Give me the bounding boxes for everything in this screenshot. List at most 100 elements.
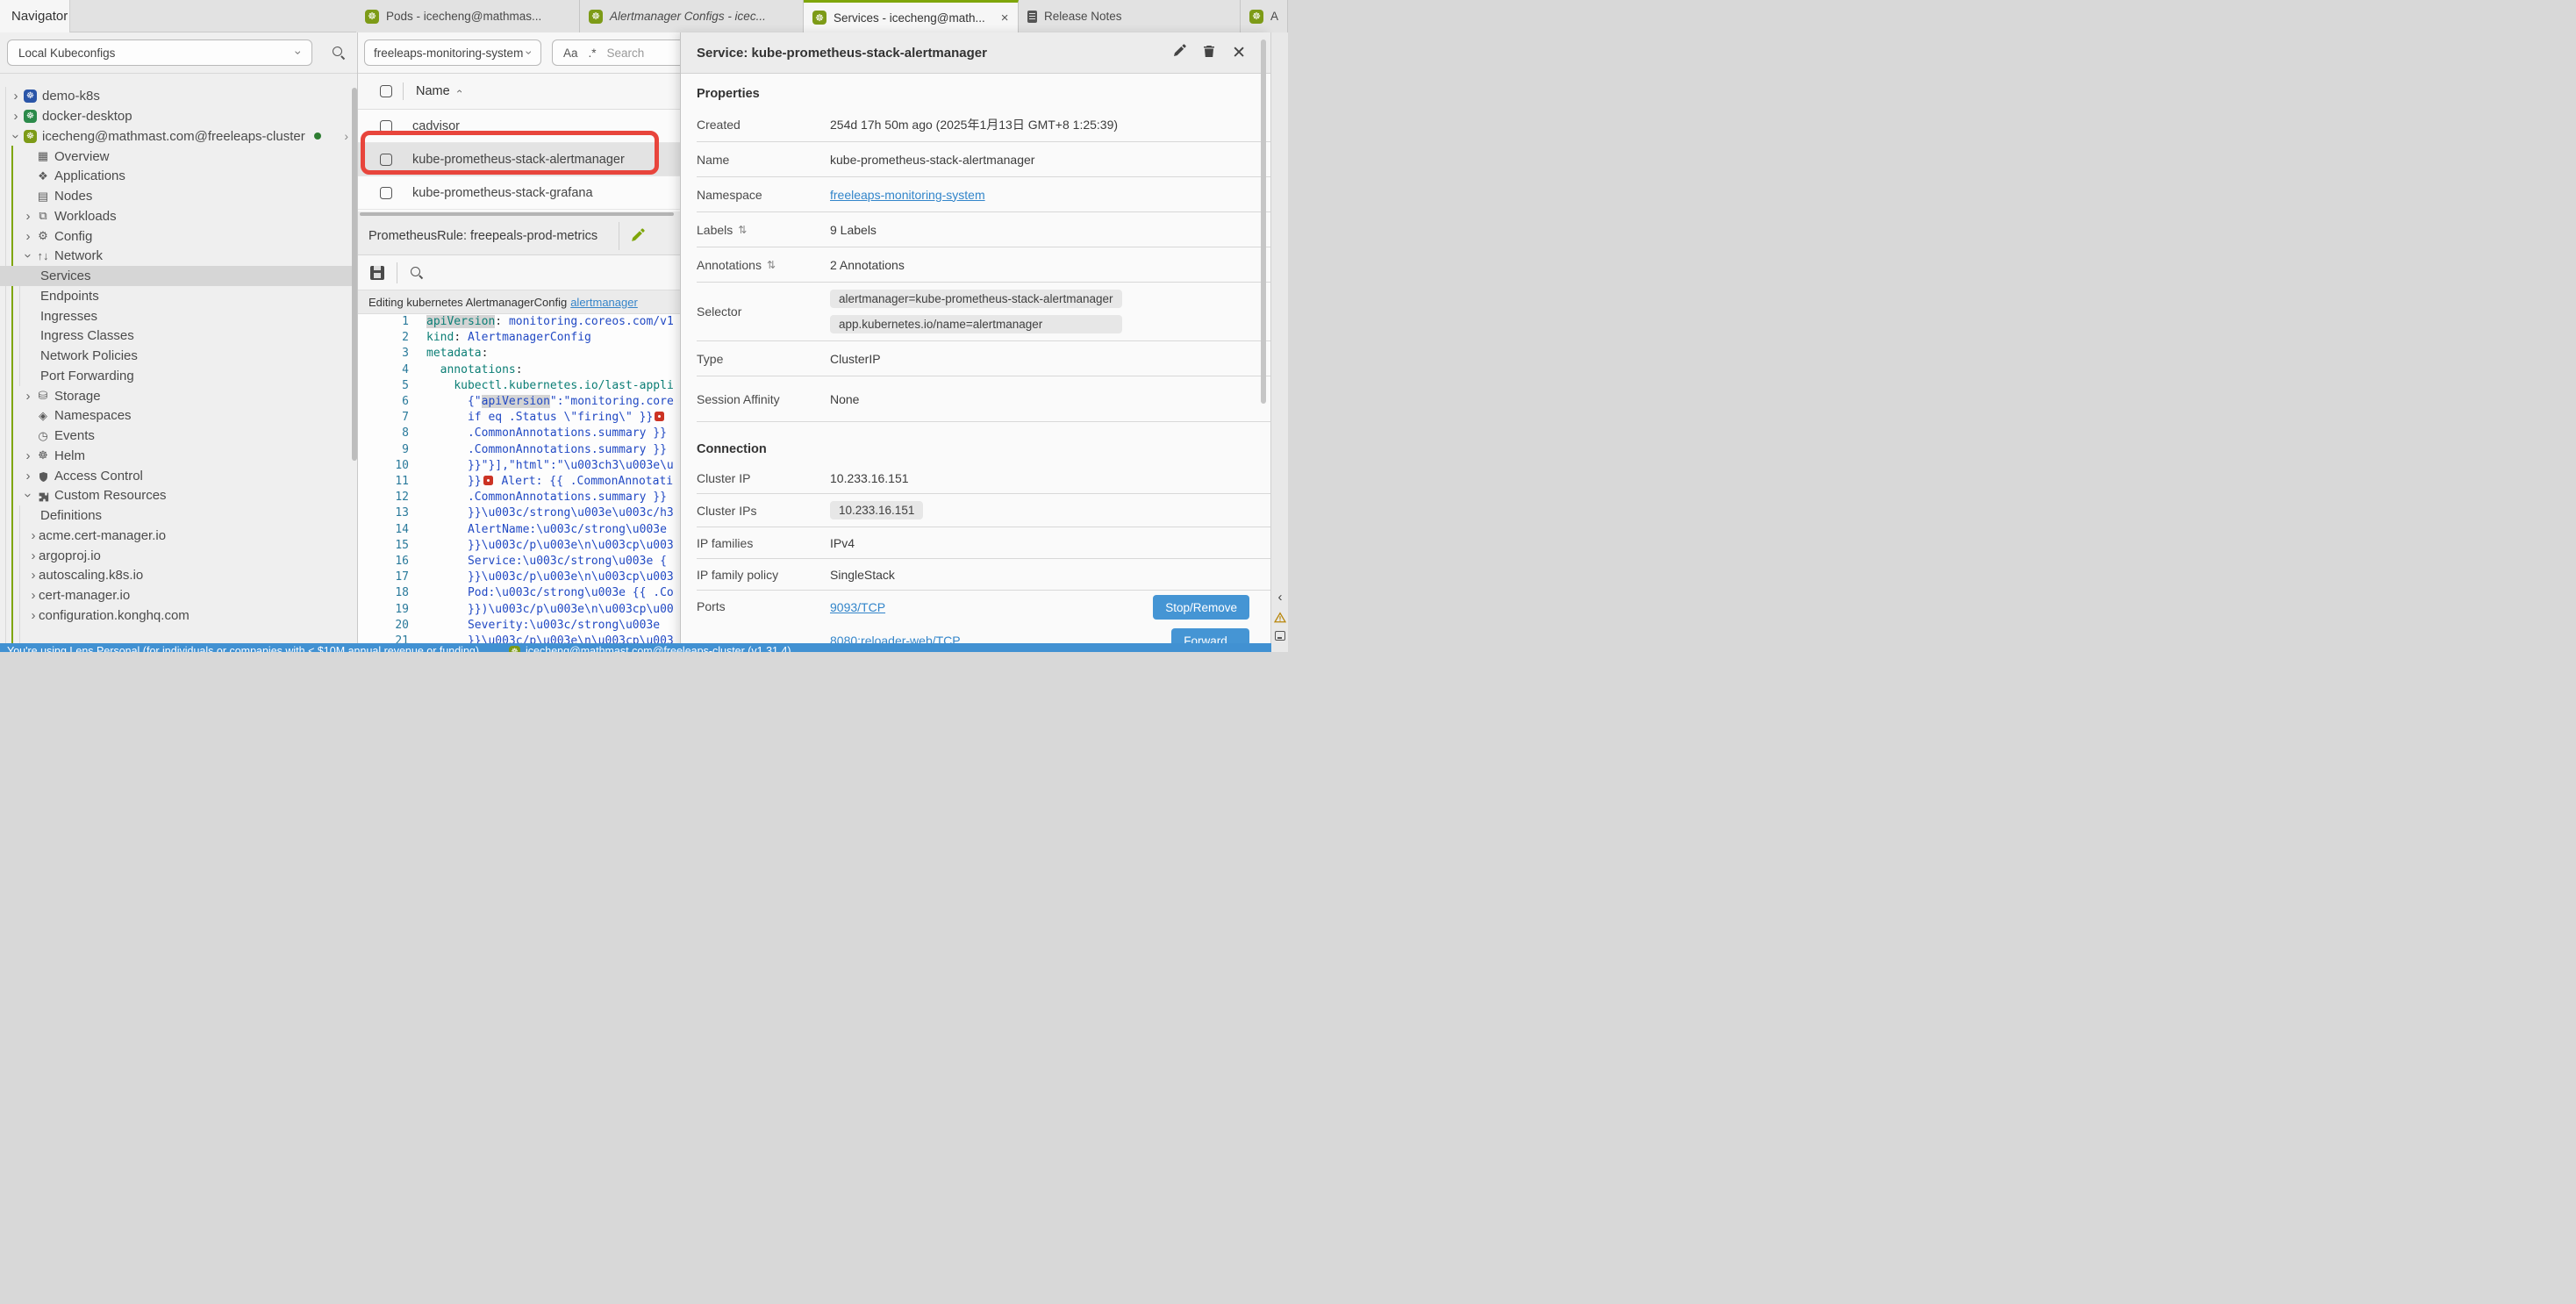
editor-line: 18 Pod:\u003c/strong\u003e {{ .Co xyxy=(358,585,680,601)
sidebar-item-ingress-classes[interactable]: Ingress Classes xyxy=(0,326,357,347)
regex-toggle[interactable]: .* xyxy=(589,47,597,60)
tab-alertmanager-configs-ice[interactable]: ☸Alertmanager Configs - icec... xyxy=(580,0,804,32)
navigator-panel-tab[interactable]: Navigator xyxy=(0,0,70,32)
stop-remove-button[interactable]: Stop/Remove xyxy=(1153,595,1249,620)
row-checkbox[interactable] xyxy=(380,120,392,133)
sidebar-item-network-policies[interactable]: Network Policies xyxy=(0,346,357,366)
select-all-checkbox[interactable] xyxy=(380,85,392,97)
sidebar-item-label: icecheng@mathmast.com@freeleaps-cluster xyxy=(42,129,305,144)
sidebar-item-storage[interactable]: ›⛁Storage xyxy=(0,386,357,406)
table-row-cadvisor[interactable]: cadvisor xyxy=(358,110,680,143)
sidebar-item-label: Network Policies xyxy=(40,348,138,363)
tab-label: Services - icecheng@math... xyxy=(834,11,985,25)
detail-label: Name xyxy=(697,153,830,167)
sidebar-item-label: Custom Resources xyxy=(54,488,167,503)
line-code: }}\u003c/p\u003e\n\u003cp\u003 xyxy=(426,538,674,554)
edit-pencil-icon[interactable] xyxy=(1172,44,1186,62)
sidebar-item-workloads[interactable]: ›⧉Workloads xyxy=(0,206,357,226)
sidebar-item-docker-desktop[interactable]: ›☸docker-desktop xyxy=(0,106,357,126)
editor-toolbar xyxy=(358,255,680,290)
sidebar-item-config[interactable]: ›⚙Config xyxy=(0,226,357,247)
cluster-tree: ›☸demo-k8s›☸docker-desktop›☸icecheng@mat… xyxy=(0,87,357,626)
line-code: metadata: xyxy=(426,346,488,362)
row-checkbox[interactable] xyxy=(380,154,392,166)
editor-search-icon[interactable] xyxy=(410,266,424,280)
chevron-right-icon: › xyxy=(28,569,39,582)
sidebar-scrollbar[interactable] xyxy=(352,88,357,461)
match-case-toggle[interactable]: Aa xyxy=(563,47,578,60)
sidebar-item-ingresses[interactable]: Ingresses xyxy=(0,306,357,326)
tab-label: Release Notes xyxy=(1044,10,1122,23)
detail-label: Namespace xyxy=(697,188,830,202)
value-badge: 10.233.16.151 xyxy=(830,501,923,519)
close-icon[interactable]: × xyxy=(1001,11,1009,25)
sidebar-item-namespaces[interactable]: ›◈Namespaces xyxy=(0,406,357,426)
sidebar-item-endpoints[interactable]: Endpoints xyxy=(0,286,357,306)
tab-partial[interactable]: ☸A xyxy=(1241,0,1288,32)
sidebar-item-overview[interactable]: ›▦Overview xyxy=(0,147,357,167)
sidebar-item-nodes[interactable]: ›▤Nodes xyxy=(0,186,357,206)
row-checkbox[interactable] xyxy=(380,187,392,199)
namespace-select[interactable]: freeleaps-monitoring-system › xyxy=(364,39,541,66)
yaml-editor[interactable]: 1apiVersion: monitoring.coreos.com/v12ki… xyxy=(358,314,680,652)
sidebar-item-argoproj-io[interactable]: ›argoproj.io xyxy=(0,546,357,566)
collapse-chevron-icon[interactable]: ‹ xyxy=(1274,590,1286,605)
kubernetes-icon: ☸ xyxy=(1249,10,1263,24)
sidebar-item-network[interactable]: ›↑↓Network xyxy=(0,247,357,267)
sidebar-item-port-forwarding[interactable]: Port Forwarding xyxy=(0,366,357,386)
sidebar-item-acme-cert-manager-io[interactable]: ›acme.cert-manager.io xyxy=(0,526,357,546)
cluster-status-text[interactable]: icecheng@mathmast.com@freeleaps-cluster … xyxy=(526,645,791,652)
sidebar-item-custom-resources[interactable]: ›Custom Resources xyxy=(0,486,357,506)
edit-pencil-icon[interactable] xyxy=(630,228,645,247)
editing-resource-link[interactable]: alertmanager xyxy=(570,296,638,309)
warning-icon[interactable] xyxy=(1274,612,1286,627)
sidebar-item-configuration-konghq-com[interactable]: ›configuration.konghq.com xyxy=(0,605,357,626)
editor-line: 13 }}\u003c/strong\u003e\u003c/h3 xyxy=(358,505,680,521)
sidebar-item-applications[interactable]: ›❖Applications xyxy=(0,167,357,187)
sort-ascending-icon[interactable]: › xyxy=(454,90,464,93)
sort-toggle-icon[interactable]: ⇅ xyxy=(767,259,776,271)
sort-toggle-icon[interactable]: ⇅ xyxy=(738,224,747,236)
drawer-scrollbar[interactable] xyxy=(1261,39,1266,404)
document-tabs: ☸Pods - icecheng@mathmas...☸Alertmanager… xyxy=(356,0,1288,32)
clock-icon: ◷ xyxy=(36,429,50,443)
chevron-right-icon[interactable]: › xyxy=(344,129,348,143)
table-row-kube-prometheus-stack-alertmanager[interactable]: kube-prometheus-stack-alertmanager xyxy=(358,143,680,176)
sidebar-item-demo-k8s[interactable]: ›☸demo-k8s xyxy=(0,87,357,107)
chevron-right-icon: › xyxy=(28,549,39,562)
license-status-text: You're using Lens Personal (for individu… xyxy=(7,645,479,652)
prometheus-rule-title: PrometheusRule: freepeals-prod-metrics xyxy=(369,229,597,243)
delete-trash-icon[interactable] xyxy=(1202,44,1216,62)
tab-services-icecheng-math-[interactable]: ☸Services - icecheng@math...× xyxy=(804,0,1019,32)
name-column-header[interactable]: Name xyxy=(416,84,450,98)
line-number: 1 xyxy=(358,314,409,330)
line-number: 13 xyxy=(358,505,409,521)
line-code: AlertName:\u003c/strong\u003e xyxy=(426,522,667,538)
save-icon[interactable] xyxy=(370,266,384,280)
detail-row-name: Namekube-prometheus-stack-alertmanager xyxy=(697,142,1270,177)
sidebar-item-events[interactable]: ›◷Events xyxy=(0,426,357,446)
sidebar-item-label: cert-manager.io xyxy=(39,588,130,603)
sidebar-item-label: Events xyxy=(54,428,95,443)
close-icon[interactable]: ✕ xyxy=(1232,45,1246,61)
kubeconfig-select[interactable]: Local Kubeconfigs › xyxy=(7,39,312,66)
tab-pods-icecheng-mathmas-[interactable]: ☸Pods - icecheng@mathmas... xyxy=(356,0,580,32)
namespace-link[interactable]: freeleaps-monitoring-system xyxy=(830,188,985,202)
search-icon[interactable] xyxy=(332,46,346,60)
detail-label: Labels⇅ xyxy=(697,223,830,237)
workloads-icon: ⧉ xyxy=(36,209,50,223)
terminal-icon[interactable] xyxy=(1275,631,1285,641)
value-badge: alertmanager=kube-prometheus-stack-alert… xyxy=(830,290,1122,308)
sidebar-item-icecheng-mathmast-com-freeleaps-cluster[interactable]: ›☸icecheng@mathmast.com@freeleaps-cluste… xyxy=(0,126,357,147)
editor-line: 10 }}"}],"html":"\u003ch3\u003e\u xyxy=(358,458,680,474)
sidebar-item-access-control[interactable]: ›Access Control xyxy=(0,466,357,486)
list-search-input[interactable]: Aa .* Search xyxy=(552,39,680,66)
tab-release-notes[interactable]: Release Notes xyxy=(1019,0,1241,32)
table-row-kube-prometheus-stack-grafana[interactable]: kube-prometheus-stack-grafana xyxy=(358,176,680,210)
sidebar-item-definitions[interactable]: Definitions xyxy=(0,505,357,526)
sidebar-item-cert-manager-io[interactable]: ›cert-manager.io xyxy=(0,585,357,605)
port-link[interactable]: 9093/TCP xyxy=(830,600,885,614)
sidebar-item-services[interactable]: Services xyxy=(0,266,357,286)
sidebar-item-autoscaling-k8s-io[interactable]: ›autoscaling.k8s.io xyxy=(0,566,357,586)
sidebar-item-helm[interactable]: ›☸Helm xyxy=(0,446,357,466)
